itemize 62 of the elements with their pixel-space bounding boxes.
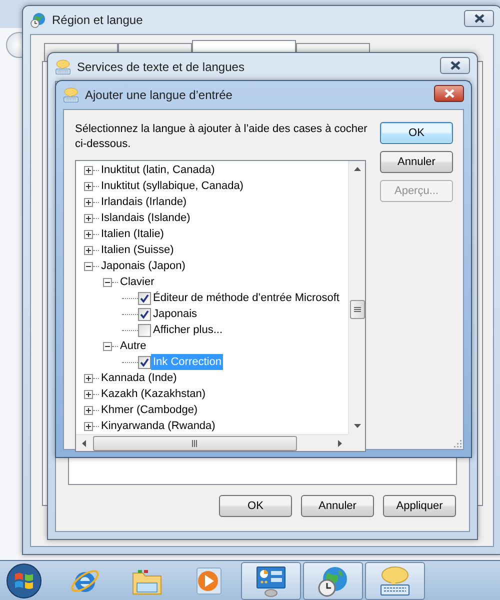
close-icon [450,60,460,70]
collapse-icon[interactable] [103,278,112,286]
tree-item[interactable]: Islandais (Islande) [99,210,192,226]
monitor-icon [255,564,287,596]
close-button[interactable] [464,10,494,26]
collapse-icon[interactable] [84,262,93,270]
windows-flag-icon [6,562,42,598]
checkbox[interactable] [138,308,151,320]
speech-keyboard-icon [379,564,411,596]
tree-item[interactable]: Kannada (Inde) [99,370,179,386]
tree-item[interactable]: Irlandais (Irlande) [99,194,189,210]
scrollbar-thumb[interactable] [350,300,364,319]
tree-item[interactable]: Italien (Suisse) [99,242,176,258]
taskbar-button[interactable] [365,562,425,600]
speech-keyboard-icon [55,59,71,75]
checkbox[interactable] [138,292,151,304]
start-button[interactable] [4,562,44,600]
tree-item[interactable]: Khmer (Cambodge) [99,402,200,418]
expand-icon[interactable] [84,374,93,382]
tree-item[interactable]: Japonais [151,306,200,322]
dialog-button[interactable]: Annuler [380,151,453,173]
tree-item[interactable]: Inuktitut (latin, Canada) [99,162,217,178]
dialog-button[interactable]: OK [380,122,453,144]
resize-grip[interactable] [452,438,462,448]
dialog-button[interactable]: Appliquer [383,495,456,517]
collapse-icon[interactable] [103,342,112,350]
expand-icon[interactable] [84,166,93,174]
tree-item[interactable]: Autre [118,338,148,354]
taskbar-button[interactable] [241,562,301,600]
tree-item[interactable]: Afficher plus... [151,322,224,338]
tree-item[interactable]: Kinyarwanda (Rwanda) [99,418,218,434]
expand-icon[interactable] [84,422,93,430]
dialog-button[interactable]: OK [219,495,292,517]
tree-item[interactable]: Kazakh (Kazakhstan) [99,386,208,402]
expand-icon[interactable] [84,406,93,414]
checkbox[interactable] [138,324,151,336]
tree-item[interactable]: Clavier [118,274,156,290]
window-title: Services de texte et de langues [77,60,246,74]
expand-icon[interactable] [84,390,93,398]
taskbar-button[interactable] [303,562,363,600]
tree-item[interactable]: Éditeur de méthode d’entrée Microsoft [151,290,342,306]
expand-icon[interactable] [84,230,93,238]
window-title: Région et langue [52,13,144,27]
close-button[interactable] [440,56,470,74]
tree-item[interactable]: Italien (Italie) [99,226,166,242]
globe-clock-icon [317,564,349,596]
globe-clock-icon [30,12,46,28]
tree-item[interactable]: Japonais (Japon) [99,258,188,274]
window-title: Ajouter une langue d’entrée [85,88,234,102]
dialog-button[interactable]: Annuler [301,495,374,517]
tree-item[interactable]: Inuktitut (syllabique, Canada) [99,178,246,194]
close-icon [474,14,484,22]
scrollbar-thumb[interactable] [93,436,297,450]
expand-icon[interactable] [84,198,93,206]
close-button[interactable] [434,84,464,102]
speech-keyboard-icon [63,87,79,103]
expand-icon[interactable] [84,214,93,222]
expand-icon[interactable] [84,246,93,254]
close-icon [444,88,454,98]
checkbox[interactable] [138,356,151,368]
expand-icon[interactable] [84,182,93,190]
instruction-text: Sélectionnez la langue à ajouter à l’aide des cases à cocher ci-dessous. [75,122,368,152]
